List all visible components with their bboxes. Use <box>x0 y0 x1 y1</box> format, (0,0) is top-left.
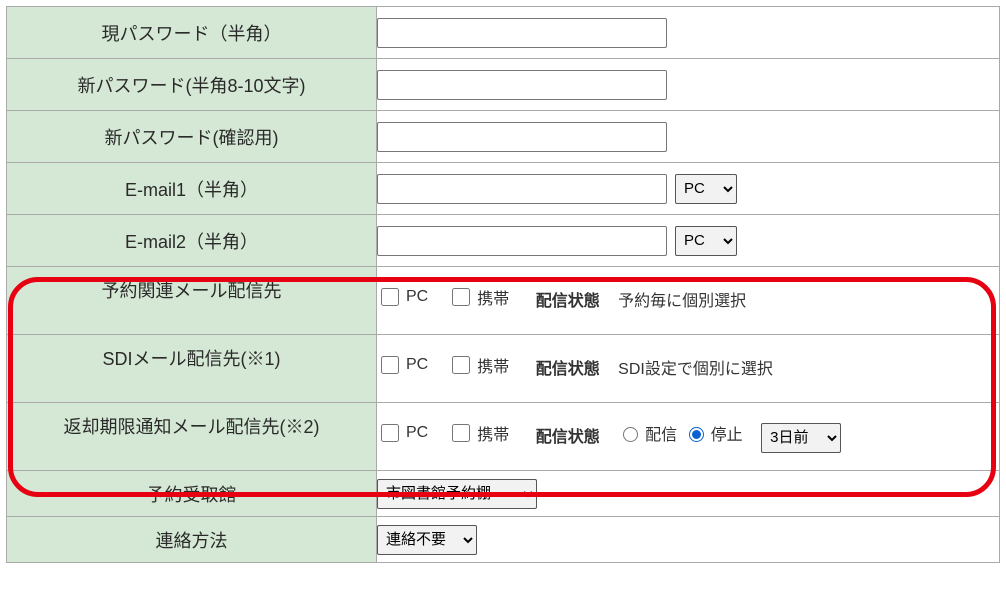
select-contact[interactable]: 連絡不要 <box>377 525 477 555</box>
cell-return-mail: PC 携帯 配信状態 配信 停止 3日前 <box>377 403 1000 471</box>
cell-confirm-password <box>377 111 1000 163</box>
cell-current-password <box>377 7 1000 59</box>
input-email2[interactable] <box>377 226 667 256</box>
select-email2-type[interactable]: PC <box>675 226 737 256</box>
label-current-password: 現パスワード（半角） <box>7 7 377 59</box>
cell-email2: PC <box>377 215 1000 267</box>
checkbox-reserve-mobile-label[interactable]: 携帯 <box>448 285 509 309</box>
checkbox-sdi-mobile-text: 携帯 <box>477 353 509 377</box>
cell-pickup: 市図書館予約棚 <box>377 471 1000 517</box>
radio-stop-text: 停止 <box>711 421 743 445</box>
row-email1: E-mail1（半角） PC <box>7 163 1000 215</box>
status-heading-reserve: 配信状態 <box>536 293 600 310</box>
status-text-reserve: 予約毎に個別選択 <box>618 293 746 310</box>
checkbox-sdi-pc-label[interactable]: PC <box>377 353 428 377</box>
radio-stop-label[interactable]: 停止 <box>684 421 743 445</box>
checkbox-sdi-mobile[interactable] <box>452 356 470 374</box>
label-reserve-mail: 予約関連メール配信先 <box>7 267 377 335</box>
radio-send[interactable] <box>623 427 638 442</box>
label-contact: 連絡方法 <box>7 517 377 563</box>
checkbox-return-mobile-text: 携帯 <box>477 421 509 445</box>
label-email1: E-mail1（半角） <box>7 163 377 215</box>
status-heading-sdi: 配信状態 <box>536 361 600 378</box>
cell-reserve-mail: PC 携帯 配信状態 予約毎に個別選択 <box>377 267 1000 335</box>
checkbox-return-mobile[interactable] <box>452 424 470 442</box>
input-confirm-password[interactable] <box>377 122 667 152</box>
checkbox-return-pc[interactable] <box>381 424 399 442</box>
row-confirm-password: 新パスワード(確認用) <box>7 111 1000 163</box>
checkbox-reserve-pc-label[interactable]: PC <box>377 285 428 309</box>
label-pickup: 予約受取館 <box>7 471 377 517</box>
label-new-password: 新パスワード(半角8-10文字) <box>7 59 377 111</box>
cell-email1: PC <box>377 163 1000 215</box>
row-reserve-mail: 予約関連メール配信先 PC 携帯 配信状態 予約毎に個別選択 <box>7 267 1000 335</box>
row-return-mail: 返却期限通知メール配信先(※2) PC 携帯 配信状態 配信 停止 <box>7 403 1000 471</box>
radio-send-label[interactable]: 配信 <box>618 421 677 445</box>
row-sdi-mail: SDIメール配信先(※1) PC 携帯 配信状態 SDI設定で個別に選択 <box>7 335 1000 403</box>
checkbox-sdi-pc-text: PC <box>406 356 428 374</box>
status-heading-return: 配信状態 <box>536 429 600 446</box>
checkbox-reserve-pc-text: PC <box>406 288 428 306</box>
select-email1-type[interactable]: PC <box>675 174 737 204</box>
row-email2: E-mail2（半角） PC <box>7 215 1000 267</box>
select-pickup[interactable]: 市図書館予約棚 <box>377 479 537 509</box>
settings-table: 現パスワード（半角） 新パスワード(半角8-10文字) 新パスワード(確認用) … <box>6 6 1000 563</box>
status-text-sdi: SDI設定で個別に選択 <box>618 361 773 378</box>
input-new-password[interactable] <box>377 70 667 100</box>
radio-stop[interactable] <box>689 427 704 442</box>
row-contact: 連絡方法 連絡不要 <box>7 517 1000 563</box>
row-new-password: 新パスワード(半角8-10文字) <box>7 59 1000 111</box>
label-confirm-password: 新パスワード(確認用) <box>7 111 377 163</box>
radio-send-text: 配信 <box>645 421 677 445</box>
input-current-password[interactable] <box>377 18 667 48</box>
checkbox-sdi-mobile-label[interactable]: 携帯 <box>448 353 509 377</box>
label-email2: E-mail2（半角） <box>7 215 377 267</box>
checkbox-return-pc-label[interactable]: PC <box>377 421 428 445</box>
checkbox-return-pc-text: PC <box>406 424 428 442</box>
cell-new-password <box>377 59 1000 111</box>
row-pickup: 予約受取館 市図書館予約棚 <box>7 471 1000 517</box>
checkbox-reserve-pc[interactable] <box>381 288 399 306</box>
label-return-mail: 返却期限通知メール配信先(※2) <box>7 403 377 471</box>
cell-contact: 連絡不要 <box>377 517 1000 563</box>
form-container: 現パスワード（半角） 新パスワード(半角8-10文字) 新パスワード(確認用) … <box>6 6 1000 563</box>
label-sdi-mail: SDIメール配信先(※1) <box>7 335 377 403</box>
select-return-days[interactable]: 3日前 <box>761 423 841 453</box>
row-current-password: 現パスワード（半角） <box>7 7 1000 59</box>
cell-sdi-mail: PC 携帯 配信状態 SDI設定で個別に選択 <box>377 335 1000 403</box>
checkbox-sdi-pc[interactable] <box>381 356 399 374</box>
checkbox-reserve-mobile-text: 携帯 <box>477 285 509 309</box>
checkbox-reserve-mobile[interactable] <box>452 288 470 306</box>
input-email1[interactable] <box>377 174 667 204</box>
checkbox-return-mobile-label[interactable]: 携帯 <box>448 421 509 445</box>
